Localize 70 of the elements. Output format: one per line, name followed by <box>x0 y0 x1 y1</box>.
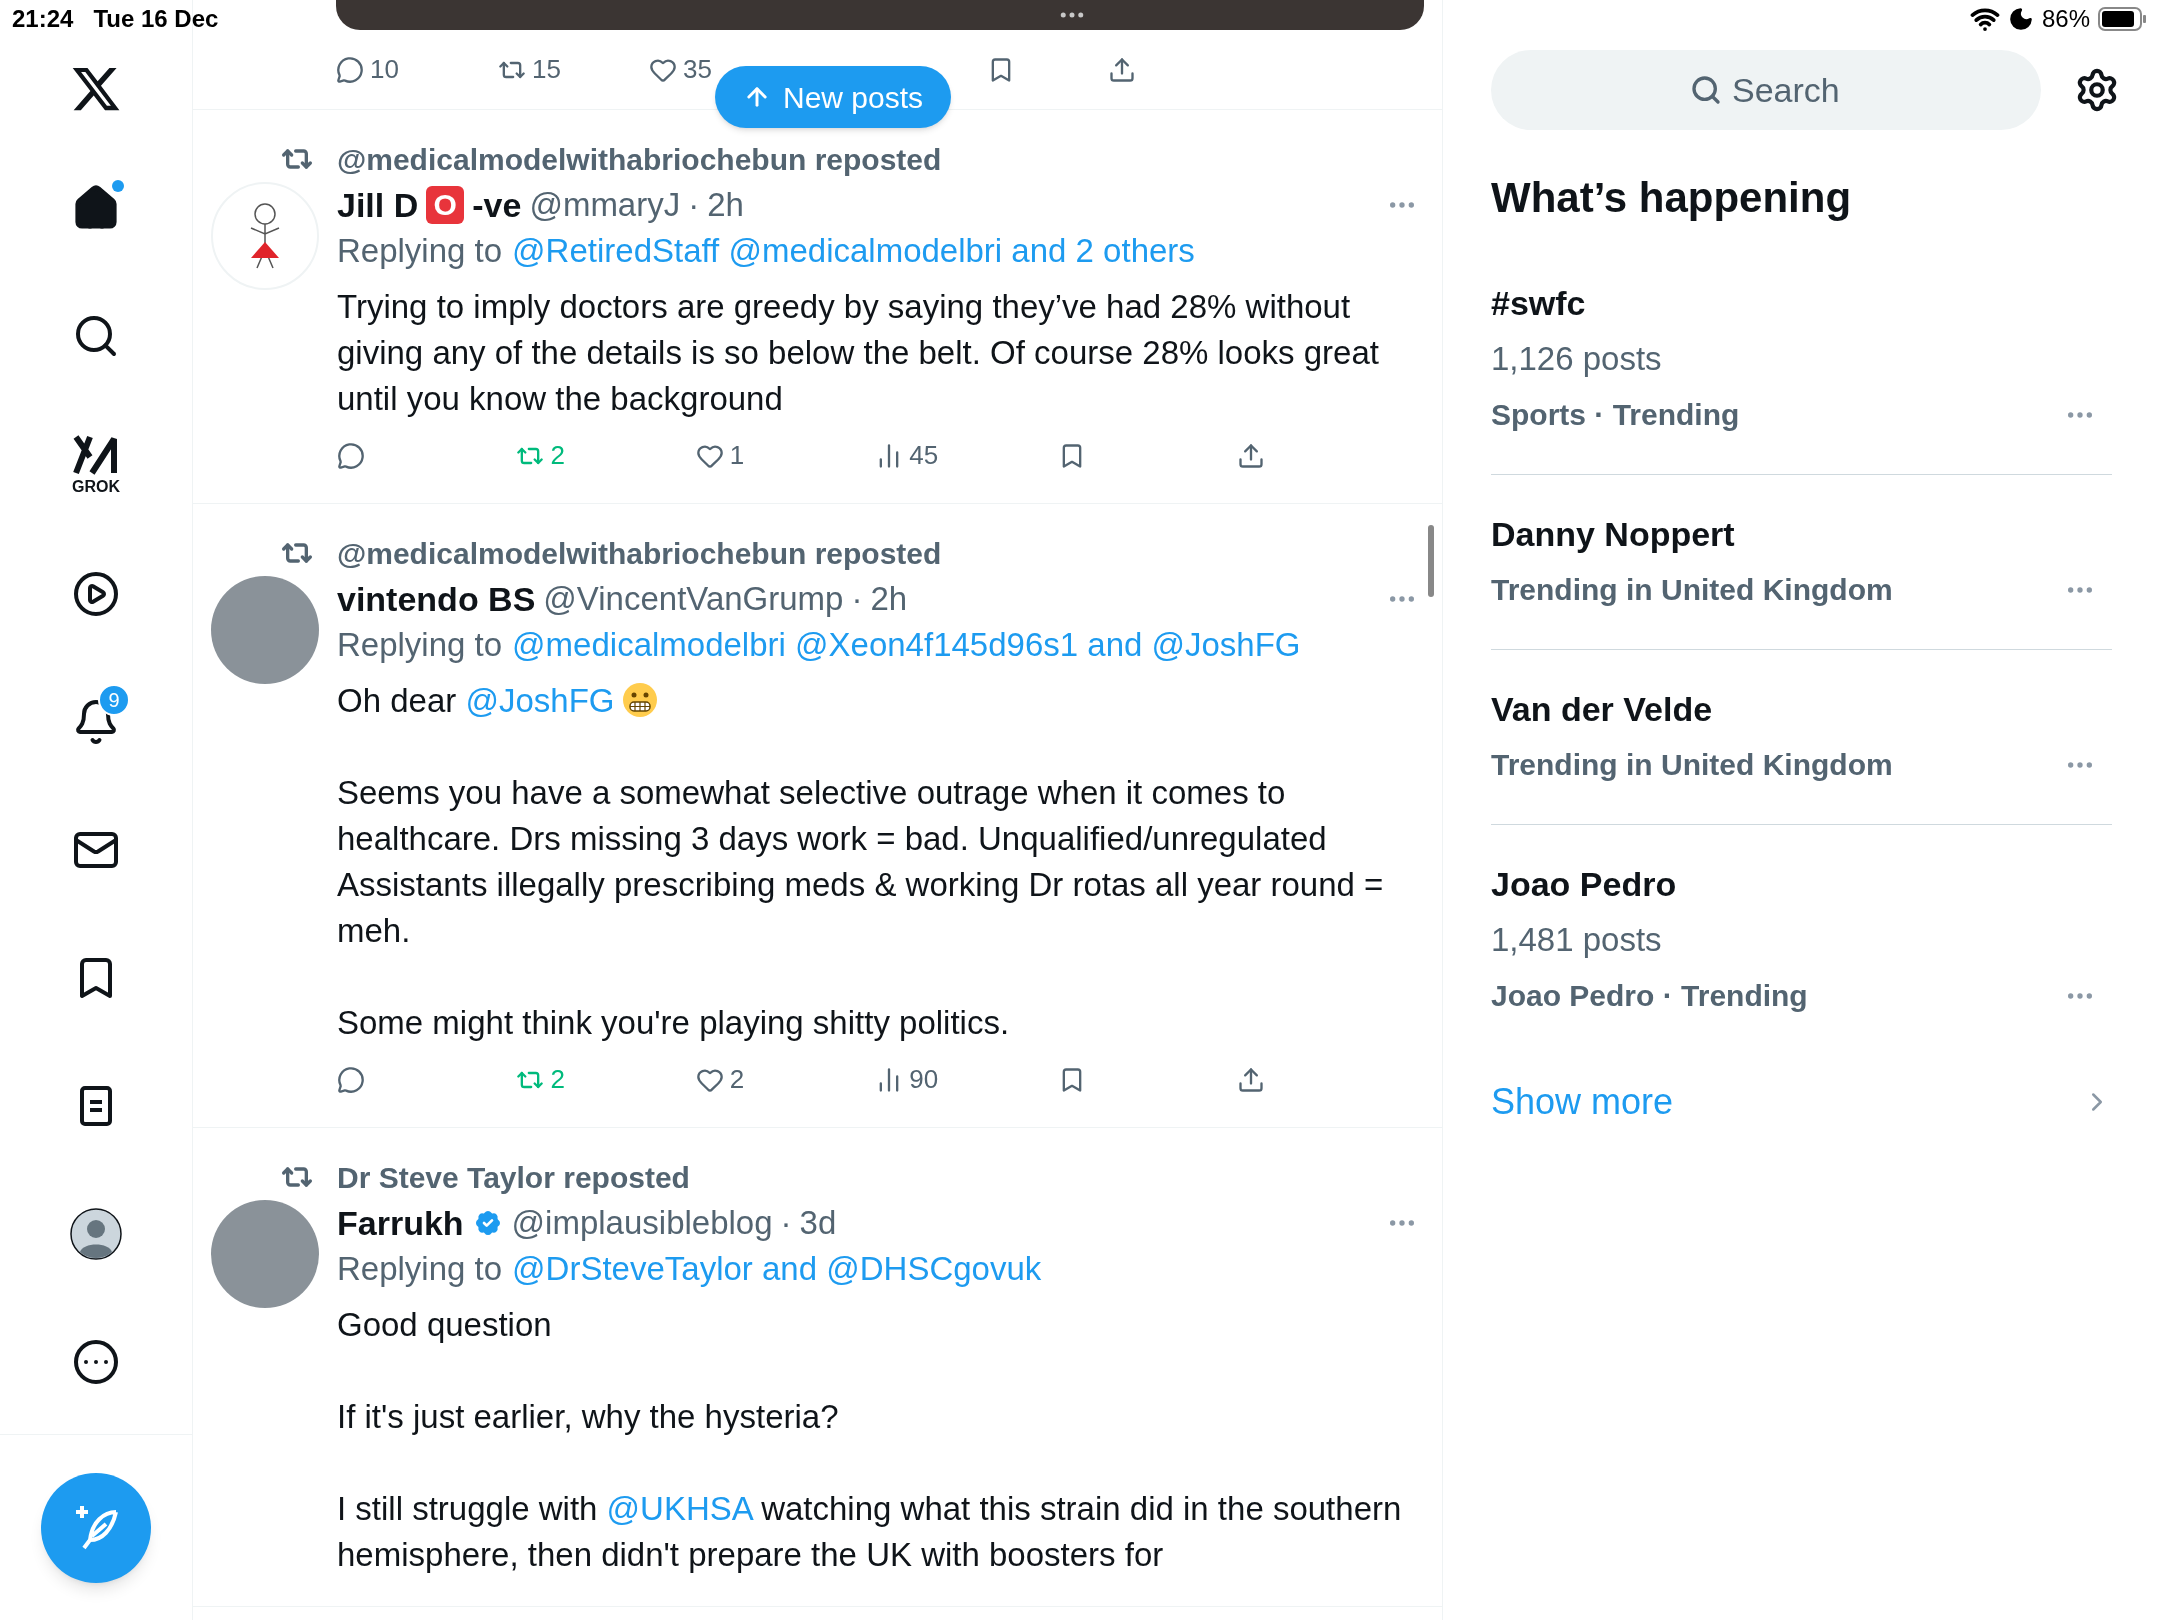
search-icon <box>1690 74 1722 106</box>
reply-icon[interactable] <box>336 55 364 84</box>
status-time: 21:24 <box>12 4 74 34</box>
like-count: 35 <box>683 53 712 86</box>
trend-item[interactable]: Van der Velde Trending in United Kingdom <box>1491 650 2112 825</box>
replying-to-label: Replying to <box>337 625 503 666</box>
post-text: Trying to imply doctors are greedy by saying they’ve had 28% without giving any of the details is so below the belt. Of course 28% looks great until you know the background <box>337 287 1380 419</box>
notification-count: 9 <box>98 684 130 716</box>
trend-name: #swfc <box>1491 283 1587 324</box>
battery-percent: 86% <box>2041 4 2090 34</box>
more-icon[interactable] <box>72 1338 120 1386</box>
post-text: Seems you have a somewhat selective outrage when it comes to healthcare. Drs missing 3 days work = bad. Unqualified/unregulated Assistants illegally prescribing meds & working Dr rotas all year round = meh. <box>337 773 1385 951</box>
views-count: 90 <box>909 1063 939 1096</box>
views-count: 45 <box>909 439 939 472</box>
author-name[interactable]: Farrukh <box>337 1197 464 1249</box>
moon-icon <box>2007 6 2034 32</box>
replying-to-label: Replying to <box>337 231 503 272</box>
play-icon[interactable] <box>72 570 120 618</box>
reply-icon[interactable] <box>337 441 365 470</box>
share-icon[interactable] <box>1108 55 1136 84</box>
reposted-by-label: @medicalmodelwithabriochebun reposted <box>337 535 942 572</box>
post-time: 2h <box>870 579 908 620</box>
post-text: Good question <box>337 1305 553 1345</box>
trend-item[interactable]: Danny Noppert Trending in United Kingdom <box>1491 475 2112 650</box>
home-icon[interactable] <box>72 184 120 232</box>
repost-count: 2 <box>550 1063 565 1096</box>
separator-dot: · <box>780 1203 792 1244</box>
trend-context: Joao Pedro · Trending <box>1491 978 1809 1014</box>
reposted-by-label: @medicalmodelwithabriochebun reposted <box>337 141 942 178</box>
post-text: Oh dear @JoshFG <box>337 678 1418 724</box>
search-input[interactable]: Search <box>1732 64 1842 116</box>
trend-context: Trending in United Kingdom <box>1491 572 1894 608</box>
author-name[interactable]: Jill D <box>337 179 419 231</box>
scrollbar <box>1428 525 1434 597</box>
post-text: Some might think you're playing shitty politics. <box>337 1003 1011 1043</box>
trend-item[interactable]: #swfc 1,126 posts Sports · Trending <box>1491 244 2112 475</box>
share-icon[interactable] <box>1236 1065 1265 1094</box>
grok-logo-icon[interactable] <box>72 433 120 477</box>
profile-avatar-icon[interactable] <box>70 1208 122 1260</box>
trend-item[interactable]: Joao Pedro 1,481 posts Joao Pedro · Trending <box>1491 825 2112 1055</box>
trend-context: Trending in United Kingdom <box>1491 747 1894 783</box>
like-count: 1 <box>729 439 745 472</box>
share-icon[interactable] <box>1236 441 1265 470</box>
post-text: If it's just earlier, why the hysteria? <box>337 1397 840 1437</box>
trend-post-count: 1,126 posts <box>1491 339 1663 379</box>
trend-post-count: 1,481 posts <box>1491 920 1663 960</box>
status-date: Tue 16 Dec <box>93 4 219 34</box>
search-field[interactable]: Search <box>1491 50 2041 130</box>
grimace-emoji-icon <box>622 682 659 718</box>
section-heading: What’s happening <box>1491 173 1853 223</box>
post-time: 2h <box>707 185 744 226</box>
grok-label[interactable]: GROK <box>72 477 120 497</box>
like-count: 2 <box>729 1063 745 1096</box>
blood-type-emoji: O <box>426 186 465 224</box>
separator-dot: · <box>851 579 863 620</box>
replying-to-label: Replying to <box>337 1249 503 1290</box>
stick-figure-avatar[interactable] <box>211 182 319 290</box>
post-text: I still struggle with @UKHSA watching what this strain did in the southern hemisphere, then didn't prepare the UK with boosters for <box>337 1489 1403 1575</box>
repost-count: 15 <box>532 53 561 86</box>
trend-name: Danny Noppert <box>1491 514 1736 555</box>
trend-name: Van der Velde <box>1491 689 1714 730</box>
trend-name: Joao Pedro <box>1491 864 1678 905</box>
trend-context: Sports · Trending <box>1491 397 1741 433</box>
separator-dot: · <box>688 185 700 226</box>
repost-count: 2 <box>550 439 565 472</box>
reply-icon[interactable] <box>337 1065 365 1094</box>
post-time: 3d <box>799 1203 837 1244</box>
reposted-by-label: Dr Steve Taylor reposted <box>337 1159 690 1196</box>
battery-icon <box>2098 6 2148 32</box>
reply-count: 10 <box>370 53 399 86</box>
